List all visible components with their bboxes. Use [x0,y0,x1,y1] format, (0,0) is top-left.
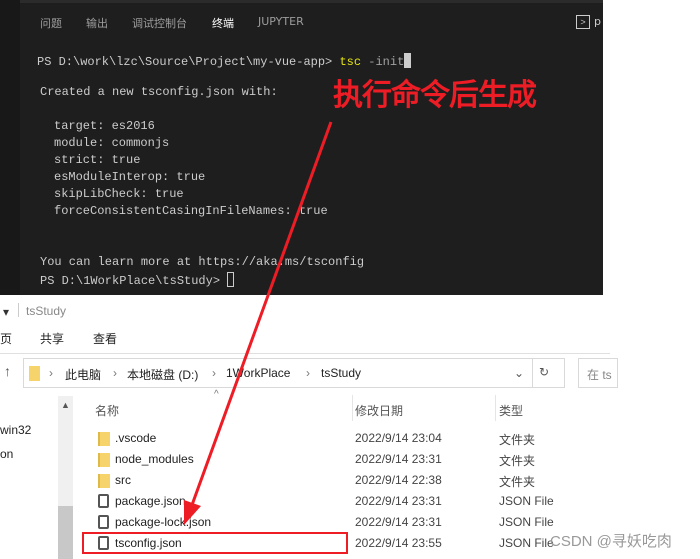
arrow-line [190,121,333,506]
annotation-text: 执行命令后生成 [333,78,537,113]
arrow-head [184,500,201,525]
